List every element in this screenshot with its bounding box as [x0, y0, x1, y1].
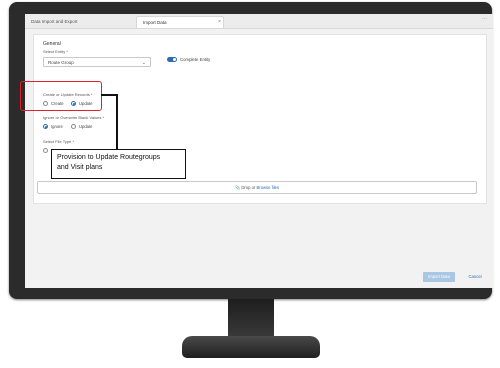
select-entity-label: Select Entity * [43, 49, 68, 54]
tab-label: Data Import and Export [31, 19, 78, 24]
toggle-knob [173, 58, 176, 61]
file-dropzone[interactable]: 📎 Drop or Browse files [37, 181, 477, 194]
complete-entity-label: Complete Entity [180, 57, 211, 62]
select-entity-value: Route Group [48, 60, 74, 65]
section-title-general: General [43, 41, 61, 47]
monitor-neck [228, 299, 274, 338]
radio-ignore[interactable] [43, 124, 48, 129]
highlight-box [20, 81, 102, 111]
import-data-button[interactable]: Import Data [423, 272, 455, 282]
file-type-label: Select File Type * [43, 139, 75, 144]
tab-import-data[interactable]: Import Data × [136, 16, 224, 28]
select-entity-dropdown[interactable]: Route Group ⌄ [43, 57, 151, 67]
radio-file-type[interactable] [43, 148, 48, 153]
paperclip-icon: 📎 [234, 185, 241, 190]
callout-line-2: and Visit plans [57, 164, 103, 171]
annotation-callout: Provision to Update Routegroups and Visi… [51, 149, 186, 179]
chevron-down-icon: ⌄ [141, 60, 146, 66]
cancel-button[interactable]: Cancel [463, 272, 487, 282]
tab-data-import-export[interactable]: Data Import and Export [25, 16, 137, 27]
radio-overwrite-update-label: Update [79, 124, 93, 129]
radio-overwrite-update[interactable] [71, 124, 76, 129]
complete-entity-toggle[interactable] [167, 57, 177, 62]
dropzone-text: Drop or [241, 185, 256, 190]
callout-connector-vertical [116, 94, 118, 149]
close-icon[interactable]: × [218, 17, 221, 28]
more-icon[interactable]: ⋯ [482, 16, 487, 22]
tab-label: Import Data [143, 20, 167, 25]
browse-files-link[interactable]: Browse files [256, 185, 279, 190]
monitor-base [182, 336, 320, 358]
radio-ignore-label: Ignore [51, 124, 63, 129]
tab-bar: Data Import and Export Import Data × ⋯ [25, 14, 493, 29]
ignore-overwrite-label: Ignore or Overwrite Blank Values * [43, 115, 105, 120]
callout-line-1: Provision to Update Routegroups [57, 154, 161, 161]
